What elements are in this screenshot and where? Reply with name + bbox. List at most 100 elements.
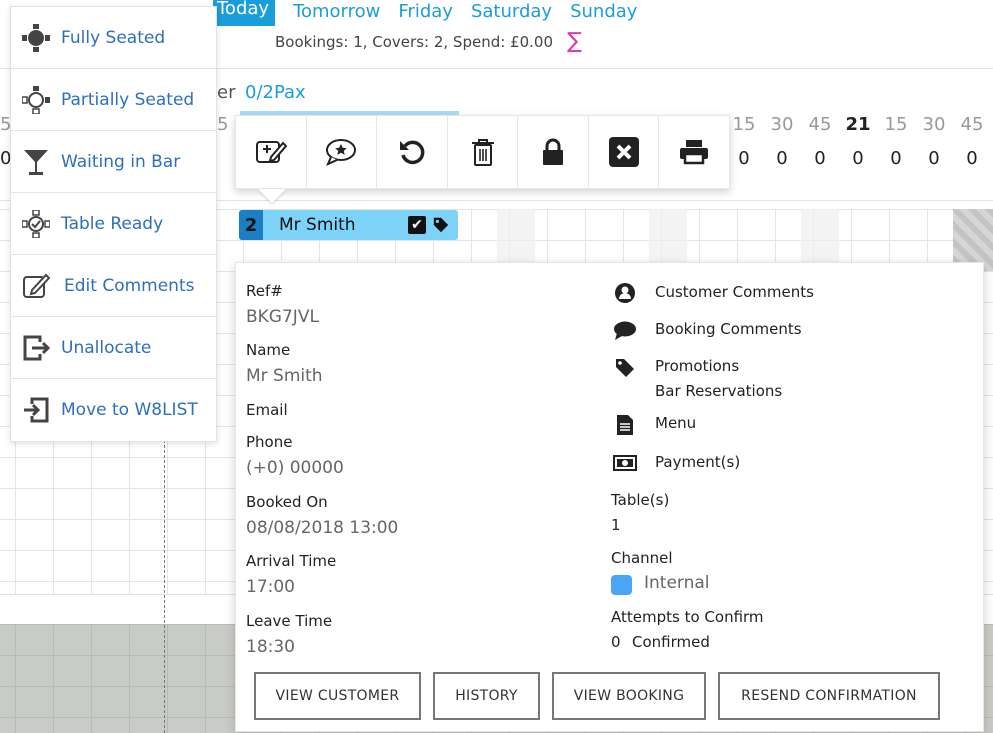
attempts-label: Attempts to Confirm <box>611 608 764 626</box>
partially-seated-icon <box>11 85 61 114</box>
undo-icon <box>399 140 425 165</box>
booked-on-label: Booked On <box>246 493 328 511</box>
confirmed-status: Confirmed <box>632 633 710 651</box>
comment-star-icon <box>326 139 357 166</box>
pax-indicator: 0/2Pax <box>245 82 306 103</box>
tag-icon <box>433 217 449 233</box>
comment-button[interactable] <box>307 116 378 188</box>
menu-item-table-ready[interactable]: Table Ready <box>11 193 216 255</box>
booking-bar[interactable]: 2 Mr Smith ✔ <box>239 210 458 240</box>
table-ready-icon <box>11 209 61 238</box>
booking-status-menu: Fully Seated Partially Seated Waiting in… <box>10 6 217 442</box>
booked-on-value: 08/08/2018 13:00 <box>246 518 399 538</box>
menu-item-label: Fully Seated <box>61 27 166 48</box>
menu-item-label: Waiting in Bar <box>61 151 181 172</box>
booking-covers: 2 <box>239 210 263 240</box>
timeline-minute: 15 <box>884 114 908 135</box>
sigma-icon[interactable]: ∑ <box>567 31 582 53</box>
edit-booking-button[interactable] <box>236 116 307 188</box>
bookings-label: Bookings: <box>275 33 349 51</box>
customer-comments-link[interactable]: Customer Comments <box>655 283 814 301</box>
booking-name: Mr Smith <box>279 215 356 235</box>
menu-item-unallocate[interactable]: Unallocate <box>11 317 216 379</box>
cancel-booking-button[interactable] <box>589 116 660 188</box>
promotion-item: Bar Reservations <box>655 382 783 400</box>
timeline-count: 0 <box>890 148 902 169</box>
trash-icon <box>471 139 494 166</box>
ref-label: Ref# <box>246 282 283 300</box>
day-tabs: Today Tomorrow Friday Saturday Sunday <box>213 0 655 26</box>
timeline-count: 0 <box>776 148 788 169</box>
leave-time-label: Leave Time <box>246 612 333 630</box>
attempts-value: 0 <box>611 633 621 651</box>
spend-value: £0.00 <box>510 33 554 51</box>
timeline-hour: 21 <box>845 114 871 135</box>
phone-label: Phone <box>246 433 293 451</box>
tab-saturday[interactable]: Saturday <box>471 1 552 22</box>
booking-comments-icon <box>613 320 637 342</box>
menu-item-waiting-in-bar[interactable]: Waiting in Bar <box>11 131 216 193</box>
leave-time-value: 18:30 <box>246 637 295 657</box>
tab-friday[interactable]: Friday <box>398 1 453 22</box>
booking-comments-link[interactable]: Booking Comments <box>655 320 802 338</box>
menu-item-move-to-waitlist[interactable]: Move to W8LIST <box>11 379 216 441</box>
arrival-time-label: Arrival Time <box>246 552 337 570</box>
tab-sunday[interactable]: Sunday <box>570 1 637 22</box>
payments-link[interactable]: Payment(s) <box>655 453 740 471</box>
view-booking-button[interactable]: VIEW BOOKING <box>552 672 706 720</box>
menu-item-label: Edit Comments <box>64 275 195 296</box>
menu-document-icon <box>613 414 637 436</box>
covers-count: 2 <box>433 33 444 51</box>
tab-today[interactable]: Today <box>213 0 276 26</box>
timeline-minute: 45 <box>808 114 832 135</box>
move-to-waitlist-icon <box>11 396 61 424</box>
spend-label: , Spend: <box>443 33 506 51</box>
menu-link[interactable]: Menu <box>655 414 696 432</box>
timeline-count: 0 <box>814 148 826 169</box>
lock-icon <box>543 138 564 165</box>
promotions-label: Promotions <box>655 357 740 375</box>
print-button[interactable] <box>659 116 729 188</box>
undo-button[interactable] <box>377 116 448 188</box>
phone-value: (+0) 00000 <box>246 458 344 478</box>
menu-item-label: Partially Seated <box>61 89 195 110</box>
menu-item-partially-seated[interactable]: Partially Seated <box>11 69 216 131</box>
timeline-minute: 45 <box>960 114 984 135</box>
promotion-tag-icon <box>613 357 637 379</box>
restaurant-booking-screen: Today Tomorrow Friday Saturday Sunday Bo… <box>0 0 993 733</box>
name-label: Name <box>246 341 291 359</box>
resend-confirmation-button[interactable]: RESEND CONFIRMATION <box>718 672 940 720</box>
unallocate-icon <box>11 334 61 362</box>
edit-comments-icon <box>11 273 61 299</box>
timeline-count: 0 <box>928 148 940 169</box>
timeline-count: 0 <box>966 148 978 169</box>
timeline-count: 0 <box>738 148 750 169</box>
view-customer-button[interactable]: VIEW CUSTOMER <box>254 672 421 720</box>
tab-tomorrow[interactable]: Tomorrow <box>293 1 380 22</box>
panel-pointer <box>258 249 284 262</box>
payment-banknote-icon <box>613 452 637 474</box>
fully-seated-icon <box>11 23 61 52</box>
name-value: Mr Smith <box>246 366 323 386</box>
menu-item-edit-comments[interactable]: Edit Comments <box>11 255 216 317</box>
email-label: Email <box>246 401 288 419</box>
timeline-minute: 30 <box>922 114 946 135</box>
cancel-x-icon <box>608 137 639 167</box>
lock-button[interactable] <box>518 116 589 188</box>
tables-value: 1 <box>611 516 621 534</box>
booking-toolbar <box>235 115 730 189</box>
delete-button[interactable] <box>448 116 519 188</box>
menu-item-label: Move to W8LIST <box>61 400 198 420</box>
timeline-minute: 15 <box>732 114 756 135</box>
menu-item-label: Table Ready <box>61 213 164 234</box>
channel-label: Channel <box>611 549 673 567</box>
toolbar-pointer <box>258 189 286 203</box>
timeline-count: 0 <box>852 148 864 169</box>
checkbox-icon: ✔ <box>408 216 426 234</box>
cocktail-glass-icon <box>11 148 61 176</box>
covers-label: , Covers: <box>362 33 430 51</box>
menu-item-fully-seated[interactable]: Fully Seated <box>11 7 216 69</box>
booking-stats: Bookings: 1, Covers: 2, Spend: £0.00 ∑ <box>275 31 582 53</box>
history-button[interactable]: HISTORY <box>433 672 540 720</box>
channel-value: Internal <box>644 573 710 593</box>
